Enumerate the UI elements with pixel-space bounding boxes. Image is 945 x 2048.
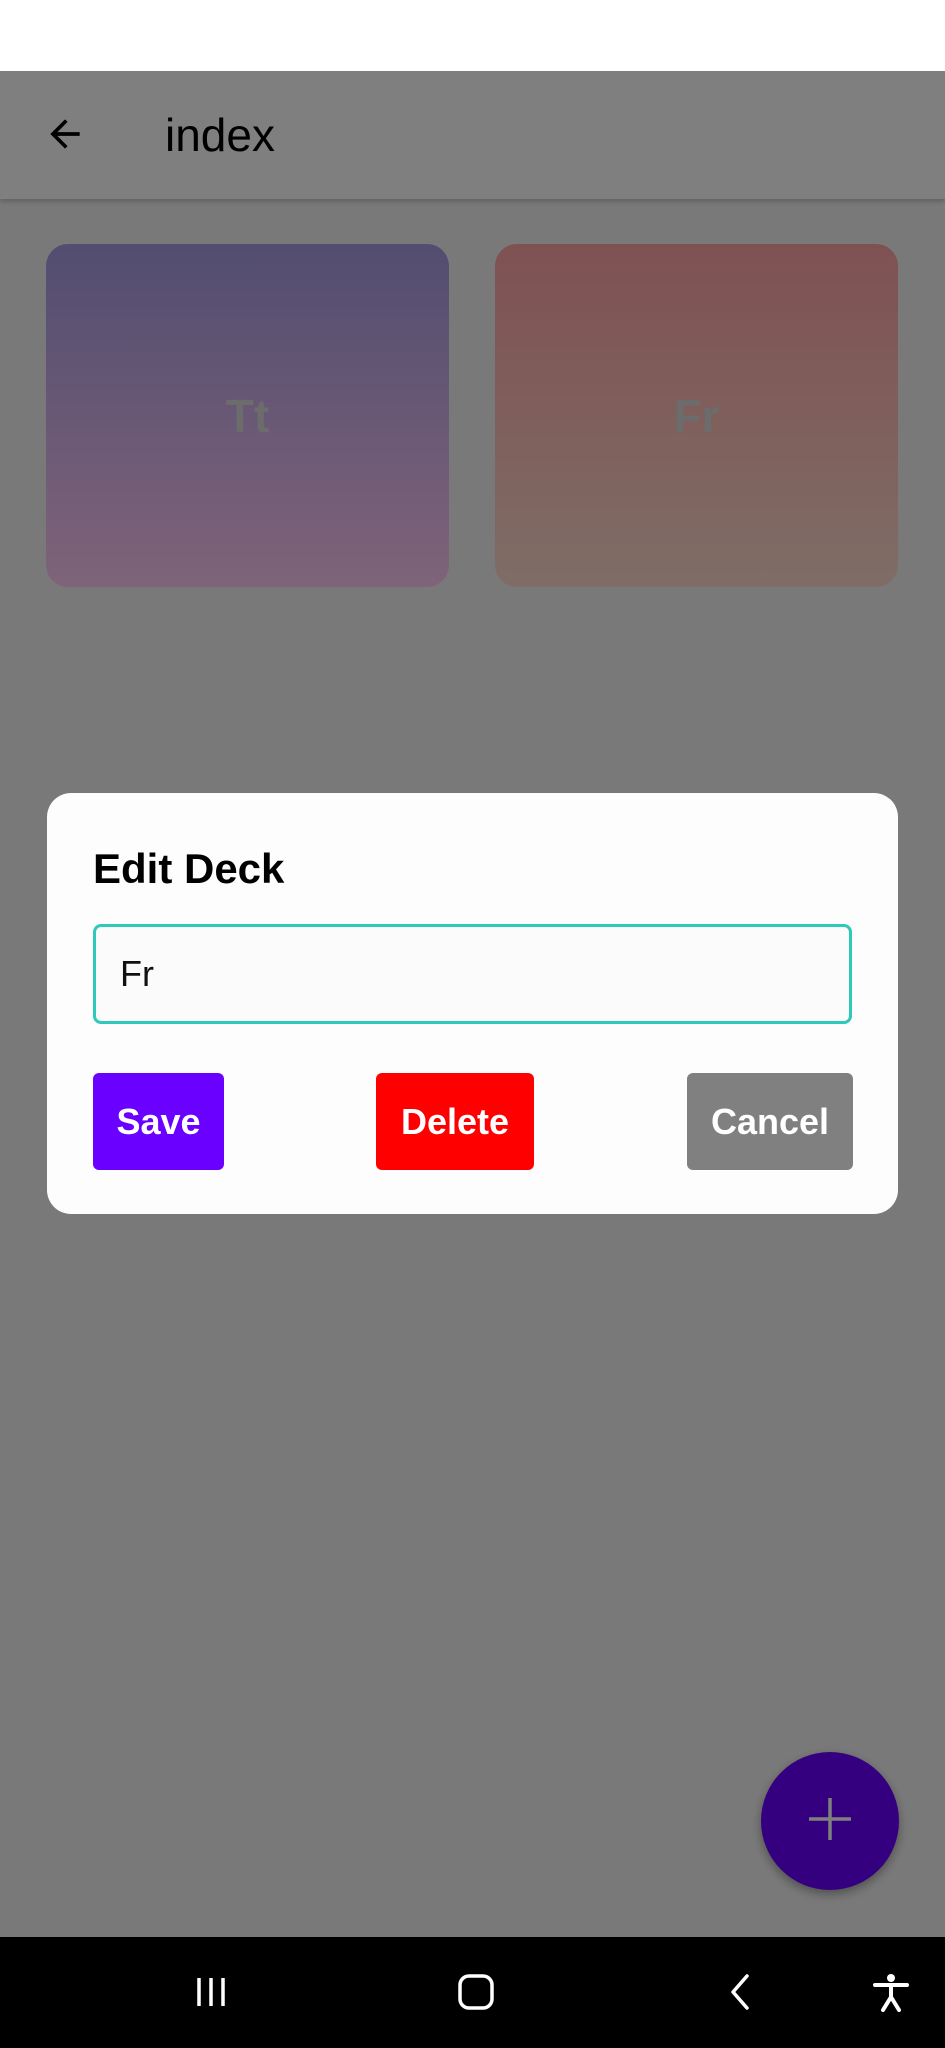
delete-button[interactable]: Delete: [376, 1073, 534, 1170]
home-icon[interactable]: [441, 1957, 511, 2027]
status-bar: [0, 0, 945, 71]
accessibility-icon[interactable]: [856, 1957, 926, 2027]
cancel-button[interactable]: Cancel: [687, 1073, 853, 1170]
system-nav-bar: [0, 1937, 945, 2048]
edit-deck-dialog: Edit Deck Save Delete Cancel: [47, 793, 898, 1214]
app-screen: index Tt Fr Edit Deck Save Delete Cancel: [0, 71, 945, 1937]
back-icon[interactable]: [706, 1957, 776, 2027]
recent-apps-icon[interactable]: [176, 1957, 246, 2027]
dialog-title: Edit Deck: [93, 845, 285, 892]
save-button[interactable]: Save: [93, 1073, 224, 1170]
deck-name-input[interactable]: [93, 924, 852, 1024]
